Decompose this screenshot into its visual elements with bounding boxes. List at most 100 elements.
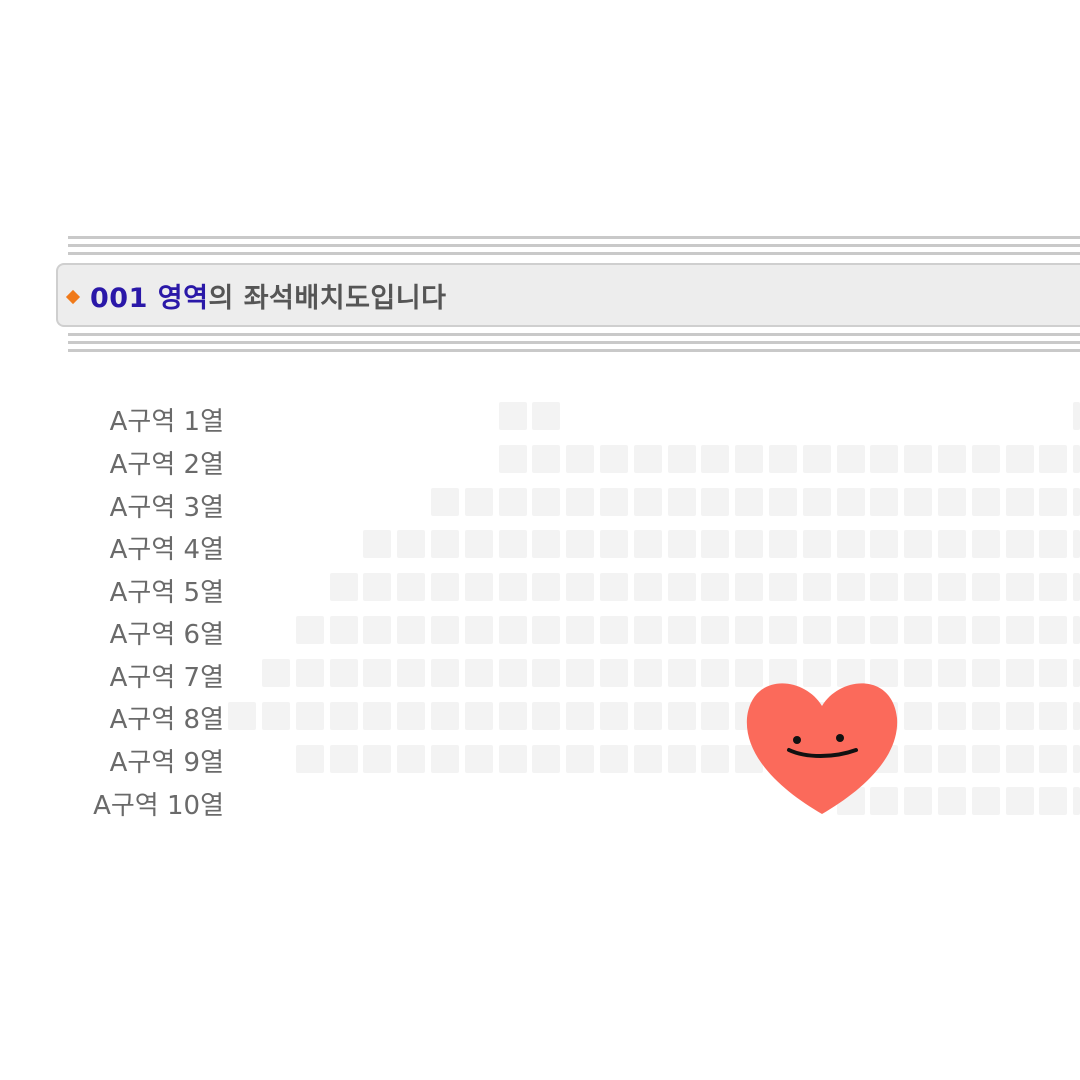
seat[interactable] <box>904 745 932 773</box>
seat[interactable] <box>1073 530 1080 558</box>
seat[interactable] <box>1039 787 1067 815</box>
seat[interactable] <box>1073 402 1080 430</box>
seat[interactable] <box>634 488 662 516</box>
seat[interactable] <box>769 530 797 558</box>
seat[interactable] <box>803 445 831 473</box>
seat[interactable] <box>566 445 594 473</box>
seat[interactable] <box>1073 702 1080 730</box>
seat[interactable] <box>330 659 358 687</box>
seat[interactable] <box>701 488 729 516</box>
seat[interactable] <box>1006 745 1034 773</box>
seat[interactable] <box>330 702 358 730</box>
seat[interactable] <box>701 530 729 558</box>
seat[interactable] <box>465 659 493 687</box>
seat[interactable] <box>566 573 594 601</box>
seat[interactable] <box>1006 573 1034 601</box>
seat[interactable] <box>532 702 560 730</box>
seat[interactable] <box>465 488 493 516</box>
seat[interactable] <box>566 616 594 644</box>
seat[interactable] <box>634 530 662 558</box>
seat[interactable] <box>870 573 898 601</box>
seat[interactable] <box>363 659 391 687</box>
seat[interactable] <box>938 787 966 815</box>
seat[interactable] <box>1073 488 1080 516</box>
seat[interactable] <box>938 530 966 558</box>
seat[interactable] <box>870 616 898 644</box>
seat[interactable] <box>870 445 898 473</box>
seat[interactable] <box>972 787 1000 815</box>
seat[interactable] <box>1039 573 1067 601</box>
seat[interactable] <box>701 659 729 687</box>
seat[interactable] <box>330 616 358 644</box>
seat[interactable] <box>1039 659 1067 687</box>
seat[interactable] <box>803 488 831 516</box>
seat[interactable] <box>228 702 256 730</box>
seat[interactable] <box>938 745 966 773</box>
seat[interactable] <box>735 488 763 516</box>
seat[interactable] <box>634 616 662 644</box>
seat[interactable] <box>837 488 865 516</box>
seat[interactable] <box>465 530 493 558</box>
seat[interactable] <box>1006 530 1034 558</box>
seat[interactable] <box>431 659 459 687</box>
seat[interactable] <box>397 616 425 644</box>
seat[interactable] <box>938 573 966 601</box>
seat[interactable] <box>803 573 831 601</box>
seat[interactable] <box>803 616 831 644</box>
seat[interactable] <box>668 702 696 730</box>
seat[interactable] <box>634 659 662 687</box>
seat[interactable] <box>1073 616 1080 644</box>
seat[interactable] <box>499 573 527 601</box>
seat[interactable] <box>1073 573 1080 601</box>
seat[interactable] <box>431 573 459 601</box>
seat[interactable] <box>499 530 527 558</box>
seat[interactable] <box>1039 745 1067 773</box>
seat[interactable] <box>668 445 696 473</box>
seat[interactable] <box>397 745 425 773</box>
seat[interactable] <box>532 488 560 516</box>
seat[interactable] <box>735 530 763 558</box>
seat[interactable] <box>330 745 358 773</box>
seat[interactable] <box>701 616 729 644</box>
seat[interactable] <box>431 616 459 644</box>
seat[interactable] <box>837 573 865 601</box>
seat[interactable] <box>600 488 628 516</box>
seat[interactable] <box>600 616 628 644</box>
seat[interactable] <box>972 573 1000 601</box>
seat[interactable] <box>870 488 898 516</box>
seat[interactable] <box>363 616 391 644</box>
seat[interactable] <box>1039 616 1067 644</box>
seat[interactable] <box>296 702 324 730</box>
seat[interactable] <box>1073 659 1080 687</box>
seat[interactable] <box>262 659 290 687</box>
seat[interactable] <box>1039 488 1067 516</box>
seat[interactable] <box>532 445 560 473</box>
seat[interactable] <box>1073 445 1080 473</box>
seat[interactable] <box>904 616 932 644</box>
seat[interactable] <box>1006 787 1034 815</box>
seat[interactable] <box>600 745 628 773</box>
seat[interactable] <box>566 659 594 687</box>
seat[interactable] <box>296 659 324 687</box>
seat[interactable] <box>837 616 865 644</box>
seat[interactable] <box>972 702 1000 730</box>
seat[interactable] <box>1039 702 1067 730</box>
seat[interactable] <box>904 573 932 601</box>
seat[interactable] <box>397 573 425 601</box>
seat[interactable] <box>668 616 696 644</box>
seat[interactable] <box>532 573 560 601</box>
seat[interactable] <box>600 530 628 558</box>
seat[interactable] <box>532 402 560 430</box>
seat[interactable] <box>904 787 932 815</box>
seat[interactable] <box>972 616 1000 644</box>
seat[interactable] <box>972 445 1000 473</box>
seat[interactable] <box>363 530 391 558</box>
seat[interactable] <box>397 659 425 687</box>
seat[interactable] <box>363 573 391 601</box>
seat[interactable] <box>735 445 763 473</box>
seat[interactable] <box>499 445 527 473</box>
seat[interactable] <box>600 702 628 730</box>
seat[interactable] <box>566 745 594 773</box>
seat[interactable] <box>1039 445 1067 473</box>
seat[interactable] <box>668 488 696 516</box>
